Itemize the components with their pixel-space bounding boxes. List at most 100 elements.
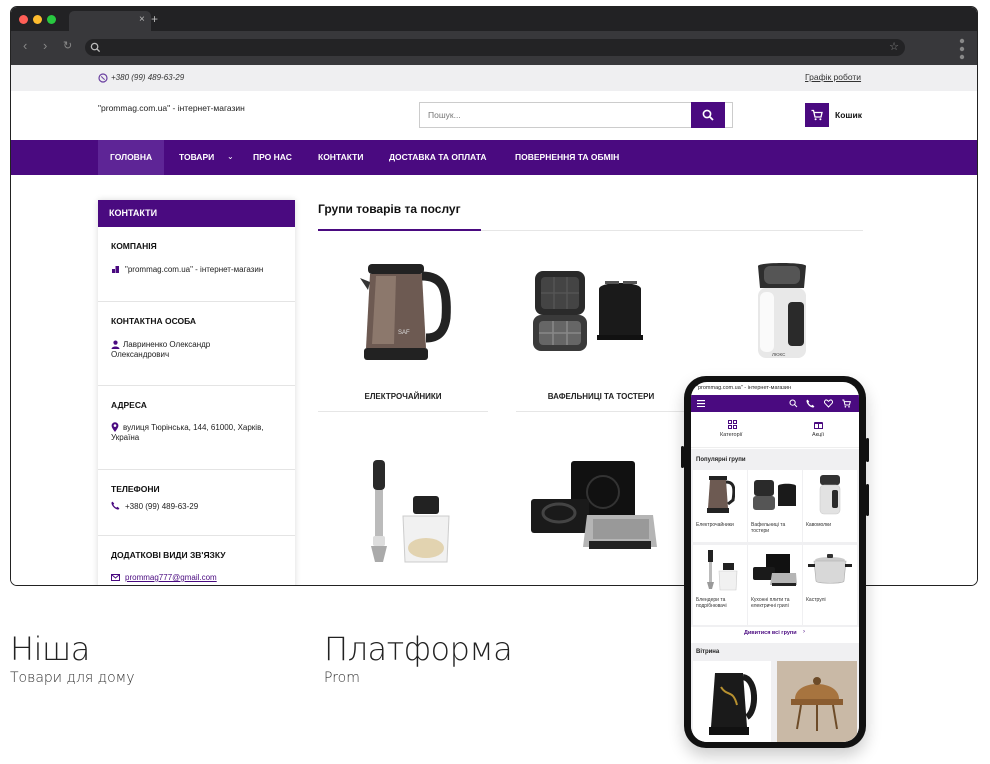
mobile-tile-label: Кухонні плити та електричні грилі xyxy=(751,597,790,609)
other-contacts-title: ДОДАТКОВІ ВИДИ ЗВ'ЯЗКУ xyxy=(111,550,226,560)
contact-person-title: КОНТАКТНА ОСОБА xyxy=(111,316,197,326)
tab-close-icon[interactable]: × xyxy=(139,14,145,25)
company-section: КОМПАНІЯ "prommag.com.ua" - інтернет-маг… xyxy=(98,227,295,302)
address-bar[interactable]: ☆ xyxy=(85,39,905,56)
phone-side-button xyxy=(866,438,869,462)
grinder-thumb xyxy=(819,475,841,515)
chevron-down-icon[interactable]: ⌄ xyxy=(227,152,234,161)
showcase-panel: Вітрина xyxy=(691,643,859,742)
svg-text:SAF: SAF xyxy=(398,330,410,336)
promo-gift-icon[interactable] xyxy=(814,420,823,429)
popular-groups-title: Популярні групи xyxy=(696,457,746,463)
kettle-image[interactable]: SAF xyxy=(356,258,454,368)
section-title: Групи товарів та послуг xyxy=(318,202,461,216)
email-icon xyxy=(111,574,120,581)
niche-value: Товари для дому xyxy=(10,670,135,686)
back-icon[interactable]: ‹ xyxy=(23,38,27,53)
tab-bar: × + xyxy=(11,7,977,31)
mobile-tile[interactable]: Блендери та подрібнювачі xyxy=(693,545,747,625)
forward-icon[interactable]: › xyxy=(43,38,47,53)
nav-contacts[interactable]: КОНТАКТИ xyxy=(308,140,373,175)
kettle-thumb xyxy=(707,476,735,513)
pot-thumb xyxy=(808,554,852,584)
product-label-kettles[interactable]: ЕЛЕКТРОЧАЙНИКИ xyxy=(318,392,488,401)
mobile-tile-label: Вафельниці та тостери xyxy=(751,522,786,534)
nav-delivery[interactable]: ДОСТАВКА ТА ОПЛАТА xyxy=(379,140,497,175)
viber-icon xyxy=(98,73,108,83)
maximize-window-icon[interactable] xyxy=(47,15,56,24)
mobile-tile-label: Електрочайники xyxy=(696,522,734,528)
waffle-toaster-image[interactable] xyxy=(529,267,651,357)
see-all-groups-label[interactable]: Дивитися всі групи xyxy=(744,630,797,636)
close-window-icon[interactable] xyxy=(19,15,28,24)
showcase-item[interactable] xyxy=(693,661,771,742)
phone-mockup: "prommag.com.ua" - інтернет-магазин Кате… xyxy=(681,376,869,748)
menu-dots-icon[interactable] xyxy=(959,38,965,60)
see-all-groups-link[interactable]: Дивитися всі групи › xyxy=(691,627,859,641)
waffle-toaster-thumb xyxy=(753,480,796,510)
nav-home[interactable]: ГОЛОВНА xyxy=(98,140,165,175)
phone-side-button xyxy=(681,446,684,468)
mobile-tile[interactable]: Кавомолки xyxy=(803,470,857,542)
mobile-top-text: "prommag.com.ua" - інтернет-магазин xyxy=(696,385,792,391)
coffee-grinder-image[interactable]: ЛЮКС xyxy=(752,262,812,364)
hamburger-menu-icon[interactable] xyxy=(697,400,705,407)
nav-about[interactable]: ПРО НАС xyxy=(243,140,302,175)
stove-thumb xyxy=(753,554,797,586)
promos-label[interactable]: Акції xyxy=(812,432,824,438)
schedule-link[interactable]: Графік роботи xyxy=(805,72,861,82)
copper-dish-image xyxy=(791,677,843,731)
categories-label[interactable]: Категорії xyxy=(720,432,742,438)
mobile-phone-icon[interactable] xyxy=(806,399,815,408)
search-icon xyxy=(702,109,714,121)
browser-toolbar: ‹ › ↻ ☆ xyxy=(11,31,977,65)
mobile-heart-icon[interactable] xyxy=(824,399,833,408)
cart-button[interactable] xyxy=(805,103,829,127)
chevron-right-icon[interactable]: › xyxy=(803,629,805,635)
nav-products[interactable]: ТОВАРИ xyxy=(169,140,224,175)
search-icon xyxy=(90,42,101,53)
mobile-search-icon[interactable] xyxy=(789,399,798,408)
blender-image[interactable] xyxy=(363,458,451,570)
showcase-item[interactable] xyxy=(777,661,857,742)
search-button[interactable] xyxy=(691,102,725,128)
new-tab-icon[interactable]: + xyxy=(151,12,158,26)
mobile-cart-icon[interactable] xyxy=(842,399,851,408)
browser-tab[interactable]: × xyxy=(69,11,151,31)
site-logo-text[interactable]: "prommag.com.ua" - інтернет-магазин xyxy=(98,103,248,114)
address-title: АДРЕСА xyxy=(111,400,147,410)
blender-thumb xyxy=(707,550,738,591)
contacts-sidebar: КОНТАКТИ КОМПАНІЯ "prommag.com.ua" - інт… xyxy=(98,200,295,585)
other-contacts-section: ДОДАТКОВІ ВИДИ ЗВ'ЯЗКУ prommag777@gmail.… xyxy=(98,536,295,585)
contact-person-value: Лавриненко Олександр Олександрович xyxy=(111,340,211,359)
mobile-tile[interactable]: Каструлі xyxy=(803,545,857,625)
mobile-tile-label: Блендери та подрібнювачі xyxy=(696,597,727,609)
minimize-window-icon[interactable] xyxy=(33,15,42,24)
search-box xyxy=(419,102,733,128)
stove-grill-image[interactable] xyxy=(531,459,659,559)
phones-title: ТЕЛЕФОНИ xyxy=(111,484,160,494)
search-input[interactable] xyxy=(420,103,690,127)
categories-icon[interactable] xyxy=(728,420,737,429)
site-header: "prommag.com.ua" - інтернет-магазин Коши… xyxy=(11,91,977,140)
mobile-tile[interactable]: Вафельниці та тостери xyxy=(748,470,802,542)
contact-person-section: КОНТАКТНА ОСОБА Лавриненко Олександр Оле… xyxy=(98,302,295,386)
reload-icon[interactable]: ↻ xyxy=(63,39,72,52)
mobile-tile[interactable]: Кухонні плити та електричні грилі xyxy=(748,545,802,625)
platform-value: Prom xyxy=(324,670,360,686)
mobile-tile-label: Каструлі xyxy=(806,597,826,603)
mobile-tile[interactable]: Електрочайники xyxy=(693,470,747,542)
phones-value[interactable]: +380 (99) 489-63-29 xyxy=(125,502,198,512)
bookmark-star-icon[interactable]: ☆ xyxy=(889,40,899,53)
product-divider xyxy=(516,411,686,412)
platform-title: Платформа xyxy=(324,630,513,668)
sidebar-title: КОНТАКТИ xyxy=(98,200,295,227)
company-title: КОМПАНІЯ xyxy=(111,241,157,251)
company-icon xyxy=(112,266,119,273)
cart-label[interactable]: Кошик xyxy=(835,110,862,120)
phone-side-button xyxy=(866,484,869,516)
header-phone[interactable]: +380 (99) 489-63-29 xyxy=(111,73,184,82)
nav-returns[interactable]: ПОВЕРНЕННЯ ТА ОБМІН xyxy=(505,140,629,175)
product-label-waffle-toasters[interactable]: ВАФЕЛЬНИЦІ ТА ТОСТЕРИ xyxy=(516,392,686,401)
email-link[interactable]: prommag777@gmail.com xyxy=(125,573,217,583)
